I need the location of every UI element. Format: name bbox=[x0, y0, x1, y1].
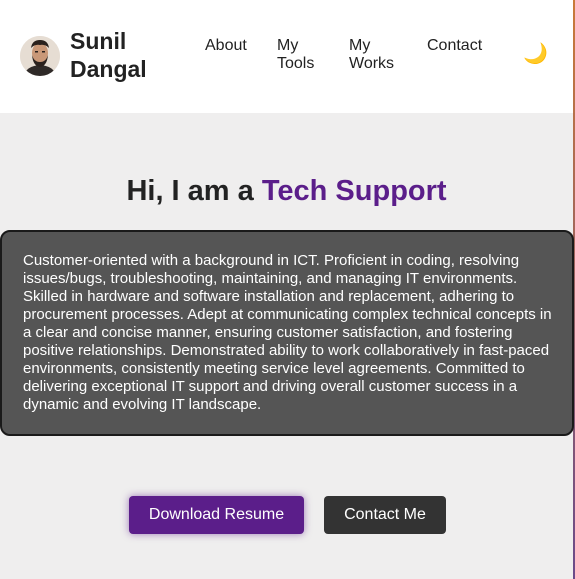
hero-greeting: Hi, I am a bbox=[126, 175, 262, 207]
hero-role: Tech Support bbox=[261, 175, 447, 207]
site-owner-name: Sunil Dangal bbox=[70, 28, 147, 82]
nav-contact[interactable]: Contact bbox=[427, 37, 497, 55]
hero-headline: Hi, I am a Tech Support bbox=[0, 173, 573, 209]
avatar bbox=[20, 36, 60, 76]
avatar-portrait-icon bbox=[20, 36, 60, 76]
nav-my-works[interactable]: My Works bbox=[349, 37, 401, 73]
nav-about[interactable]: About bbox=[205, 37, 255, 55]
contact-me-button[interactable]: Contact Me bbox=[324, 496, 446, 534]
nav-my-tools[interactable]: My Tools bbox=[277, 37, 323, 73]
about-summary-text: Customer-oriented with a background in I… bbox=[23, 252, 552, 413]
download-resume-button[interactable]: Download Resume bbox=[129, 496, 304, 534]
about-summary-card: Customer-oriented with a background in I… bbox=[0, 230, 574, 436]
theme-toggle-moon-icon[interactable]: 🌙 bbox=[523, 43, 548, 65]
site-header: Sunil Dangal About My Tools My Works Con… bbox=[0, 0, 573, 113]
